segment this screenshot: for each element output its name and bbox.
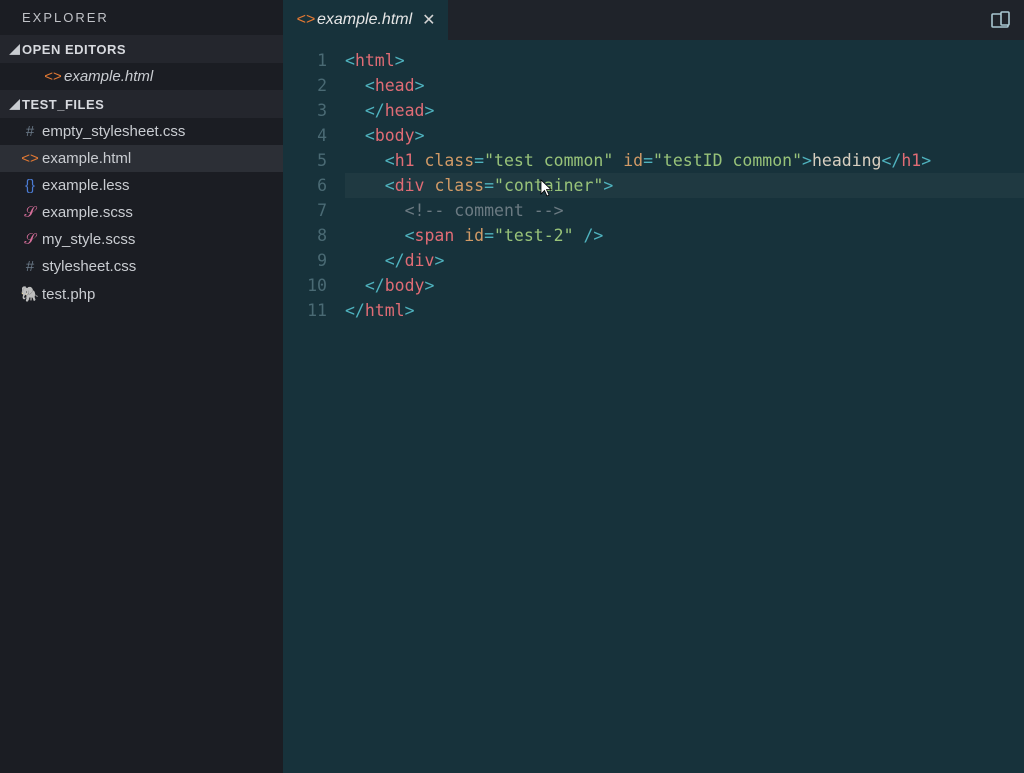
code-content[interactable]: <html> <head> </head> <body> <h1 class="… bbox=[345, 48, 1024, 773]
code-line[interactable]: <h1 class="test common" id="testID commo… bbox=[345, 148, 1024, 173]
file-label: stylesheet.css bbox=[42, 258, 136, 275]
line-number: 8 bbox=[283, 223, 327, 248]
project-label: TEST_FILES bbox=[22, 97, 104, 112]
line-number: 6 bbox=[283, 173, 327, 198]
tab-label: example.html bbox=[317, 11, 412, 29]
split-editor-button[interactable] bbox=[976, 0, 1024, 40]
code-line[interactable]: <!-- comment --> bbox=[345, 198, 1024, 223]
file-item[interactable]: 𝒮my_style.scss bbox=[0, 226, 283, 253]
line-number: 5 bbox=[283, 148, 327, 173]
line-number: 9 bbox=[283, 248, 327, 273]
file-icon: <> bbox=[42, 68, 64, 85]
line-number: 2 bbox=[283, 73, 327, 98]
file-label: example.scss bbox=[42, 204, 133, 221]
file-label: my_style.scss bbox=[42, 231, 135, 248]
tab-bar: <> example.html ✕ bbox=[283, 0, 1024, 40]
file-item[interactable]: 🐘test.php bbox=[0, 280, 283, 308]
file-label: example.less bbox=[42, 177, 130, 194]
file-icon: 🐘 bbox=[18, 285, 42, 303]
code-line[interactable]: <head> bbox=[345, 73, 1024, 98]
line-number: 4 bbox=[283, 123, 327, 148]
file-icon: 𝒮 bbox=[18, 204, 42, 221]
line-number: 3 bbox=[283, 98, 327, 123]
caret-down-icon: ◢ bbox=[8, 41, 22, 57]
file-label: empty_stylesheet.css bbox=[42, 123, 185, 140]
line-number: 11 bbox=[283, 298, 327, 323]
file-item[interactable]: #stylesheet.css bbox=[0, 253, 283, 280]
file-item[interactable]: <>example.html bbox=[0, 145, 283, 172]
file-label: test.php bbox=[42, 286, 95, 303]
editor-area: <> example.html ✕ 1234567891011 <html> <… bbox=[283, 0, 1024, 773]
code-line[interactable]: <div class="container"> bbox=[345, 173, 1024, 198]
line-number-gutter: 1234567891011 bbox=[283, 48, 345, 773]
caret-down-icon: ◢ bbox=[8, 96, 22, 112]
code-line[interactable]: <html> bbox=[345, 48, 1024, 73]
file-item[interactable]: {}example.less bbox=[0, 172, 283, 199]
file-icon: {} bbox=[18, 177, 42, 194]
html-file-icon: <> bbox=[295, 11, 317, 29]
open-editor-item[interactable]: <>example.html bbox=[0, 63, 283, 90]
code-line[interactable]: </div> bbox=[345, 248, 1024, 273]
code-line[interactable]: <body> bbox=[345, 123, 1024, 148]
open-editor-label: example.html bbox=[64, 68, 153, 85]
open-editors-header[interactable]: ◢ OPEN EDITORS bbox=[0, 35, 283, 63]
line-number: 10 bbox=[283, 273, 327, 298]
line-number: 7 bbox=[283, 198, 327, 223]
code-line[interactable]: </head> bbox=[345, 98, 1024, 123]
file-icon: # bbox=[18, 258, 42, 275]
file-item[interactable]: #empty_stylesheet.css bbox=[0, 118, 283, 145]
explorer-sidebar: EXPLORER ◢ OPEN EDITORS <>example.html ◢… bbox=[0, 0, 283, 773]
file-icon: 𝒮 bbox=[18, 231, 42, 248]
split-editor-icon bbox=[990, 10, 1010, 30]
line-number: 1 bbox=[283, 48, 327, 73]
file-icon: <> bbox=[18, 150, 42, 167]
open-editors-label: OPEN EDITORS bbox=[22, 42, 126, 57]
file-list: #empty_stylesheet.css<>example.html{}exa… bbox=[0, 118, 283, 308]
file-label: example.html bbox=[42, 150, 131, 167]
explorer-title: EXPLORER bbox=[0, 0, 283, 35]
code-line[interactable]: </html> bbox=[345, 298, 1024, 323]
file-icon: # bbox=[18, 123, 42, 140]
project-header[interactable]: ◢ TEST_FILES bbox=[0, 90, 283, 118]
app-root: EXPLORER ◢ OPEN EDITORS <>example.html ◢… bbox=[0, 0, 1024, 773]
close-icon[interactable]: ✕ bbox=[422, 10, 435, 30]
code-line[interactable]: </body> bbox=[345, 273, 1024, 298]
file-item[interactable]: 𝒮example.scss bbox=[0, 199, 283, 226]
open-editors-list: <>example.html bbox=[0, 63, 283, 90]
code-line[interactable]: <span id="test-2" /> bbox=[345, 223, 1024, 248]
code-editor[interactable]: 1234567891011 <html> <head> </head> <bod… bbox=[283, 40, 1024, 773]
tab-example-html[interactable]: <> example.html ✕ bbox=[283, 0, 448, 40]
